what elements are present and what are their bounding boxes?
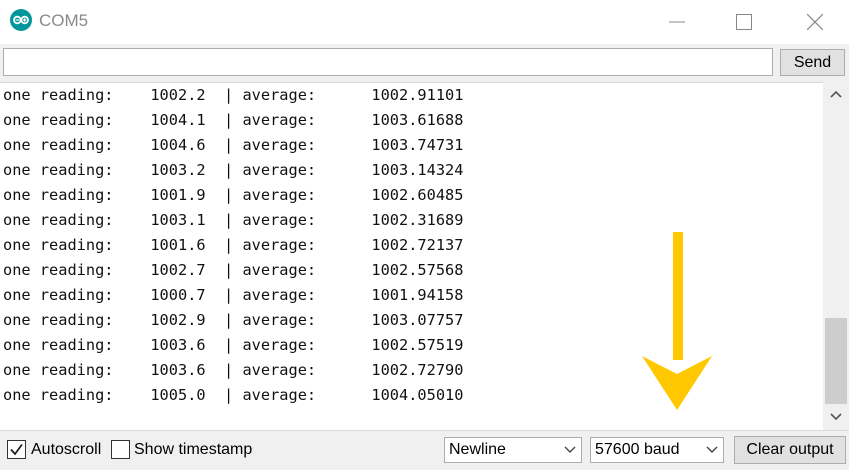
scroll-down-button[interactable] [823,406,849,428]
down-arrow-icon [642,232,712,410]
line-ending-value: Newline [449,441,506,458]
show-timestamp-label[interactable]: Show timestamp [134,441,252,459]
maximize-button[interactable] [721,0,767,44]
arduino-logo-icon [10,9,32,31]
scroll-up-button[interactable] [823,83,849,105]
chevron-down-icon [564,446,576,453]
serial-send-input[interactable] [3,48,773,76]
output-line: one reading: 1005.0 | average: 1004.0501… [3,386,464,404]
show-timestamp-checkbox[interactable] [111,440,130,459]
status-bar: Autoscroll Show timestamp Newline 57600 … [0,430,849,470]
output-line: one reading: 1001.9 | average: 1002.6048… [3,186,464,204]
output-line: one reading: 1001.6 | average: 1002.7213… [3,236,464,254]
output-line: one reading: 1004.1 | average: 1003.6168… [3,111,464,129]
baud-rate-select[interactable]: 57600 baud [590,437,724,463]
baud-rate-value: 57600 baud [595,441,680,458]
maximize-icon [736,14,752,30]
title-bar: COM5 [0,0,849,44]
output-line: one reading: 1003.1 | average: 1002.3168… [3,211,464,229]
line-ending-select[interactable]: Newline [444,437,582,463]
close-button[interactable] [792,0,838,44]
window-title: COM5 [39,11,89,30]
output-line: one reading: 1000.7 | average: 1001.9415… [3,286,464,304]
autoscroll-label[interactable]: Autoscroll [31,441,101,459]
vertical-scrollbar[interactable] [823,82,849,430]
minimize-icon [669,21,685,23]
send-button[interactable]: Send [780,49,845,76]
chevron-up-icon [830,90,842,98]
chevron-down-icon [830,413,842,421]
output-line: one reading: 1003.6 | average: 1002.7279… [3,361,464,379]
send-toolbar: Send [0,44,849,82]
checkmark-icon [10,443,23,456]
scroll-thumb[interactable] [825,318,847,404]
close-icon [807,14,823,30]
output-line: one reading: 1002.2 | average: 1002.9110… [3,86,464,104]
minimize-button[interactable] [654,0,700,44]
output-line: one reading: 1002.9 | average: 1003.0775… [3,311,464,329]
output-line: one reading: 1003.2 | average: 1003.1432… [3,161,464,179]
output-line: one reading: 1002.7 | average: 1002.5756… [3,261,464,279]
output-line: one reading: 1004.6 | average: 1003.7473… [3,136,464,154]
chevron-down-icon [706,446,718,453]
output-line: one reading: 1003.6 | average: 1002.5751… [3,336,464,354]
clear-output-button[interactable]: Clear output [734,436,846,464]
autoscroll-checkbox[interactable] [7,440,26,459]
